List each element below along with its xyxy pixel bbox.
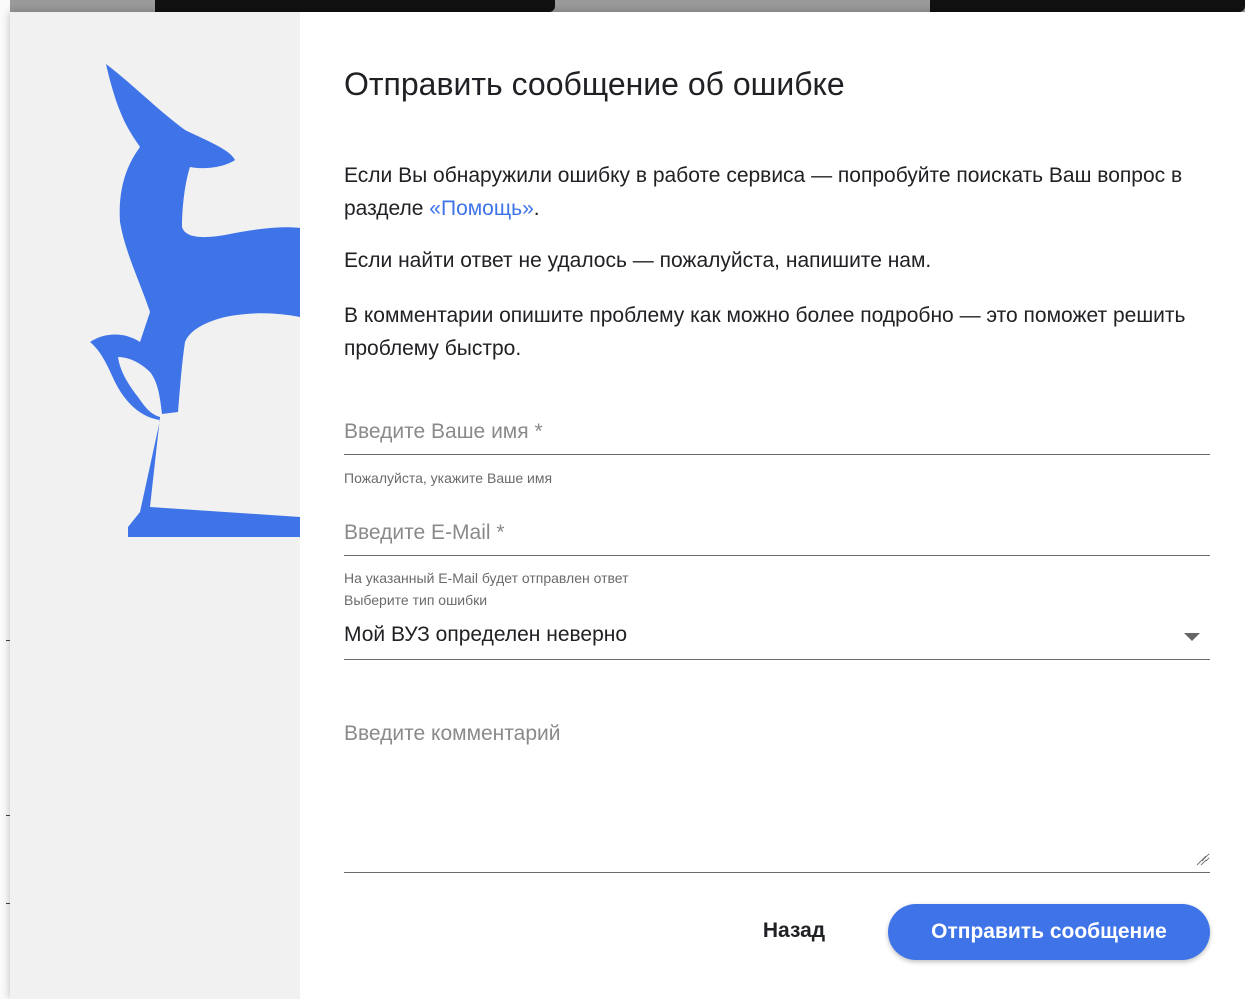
email-input[interactable] [344,510,1210,556]
name-input[interactable] [344,409,1210,455]
error-type-label: Выберите тип ошибки [344,592,488,608]
back-button[interactable]: Назад [744,907,844,955]
intro-paragraph: Если Вы обнаружили ошибку в работе серви… [344,159,1204,225]
comment-instruction-paragraph: В комментарии опишите проблему как можно… [344,304,1186,360]
write-us-paragraph: Если найти ответ не удалось — пожалуйста… [344,249,932,272]
intro-text-end: . [533,197,540,220]
error-type-select[interactable]: Мой ВУЗ определен неверно [344,614,1210,660]
background-nav-bar [930,0,1245,12]
dialog-side-panel [10,12,300,999]
error-report-dialog: Отправить сообщение об ошибке Если Вы об… [10,12,1245,999]
email-field [344,510,1210,556]
dialog-title: Отправить сообщение об ошибке [344,66,845,102]
caret-down-icon[interactable] [1184,633,1200,641]
comment-field [344,712,1210,873]
help-link[interactable]: «Помощь» [429,197,533,220]
resize-grip-icon[interactable] [1195,854,1207,866]
comment-textarea[interactable] [344,712,1210,862]
name-field [344,409,1210,455]
send-message-button[interactable]: Отправить сообщение [888,904,1210,960]
email-hint: На указанный E-Mail будет отправлен отве… [344,570,629,586]
background-page-edge [0,0,10,999]
background-nav-bar [155,0,555,12]
name-hint: Пожалуйста, укажите Ваше имя [344,470,553,486]
error-type-selected-value: Мой ВУЗ определен неверно [344,623,628,646]
deer-logo [90,64,300,537]
